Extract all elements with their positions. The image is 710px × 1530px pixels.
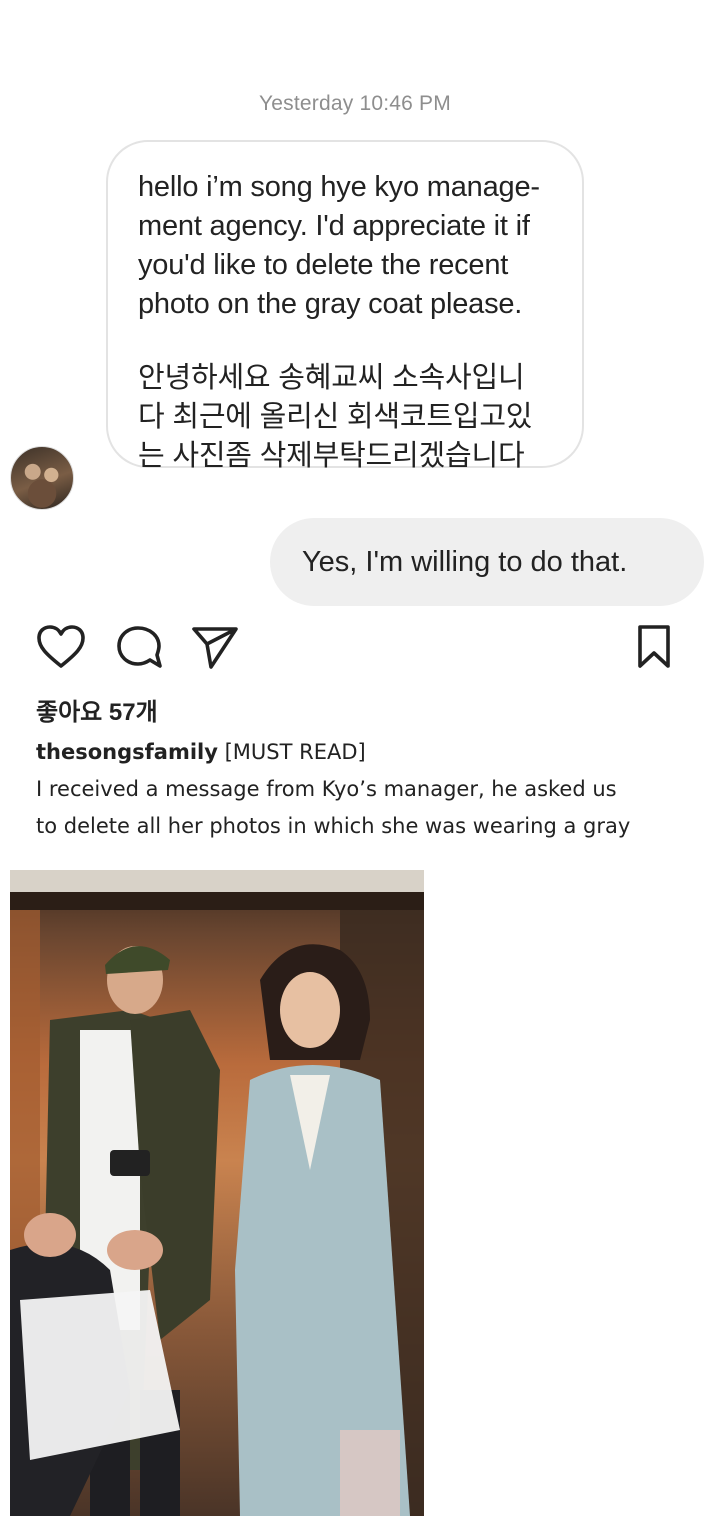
post-action-bar — [0, 624, 710, 676]
photo-illustration — [10, 870, 424, 1516]
caption-line: to delete all her photos in which she wa… — [36, 814, 631, 838]
message-line: you'd like to delete the recent — [138, 249, 509, 281]
message-line: hello i’m song hye kyo manage- — [138, 171, 540, 203]
send-icon[interactable] — [190, 624, 240, 675]
message-timestamp: Yesterday 10:46 PM — [259, 92, 451, 115]
heart-icon[interactable] — [36, 624, 86, 675]
message-line: ment agency. I'd appreciate it if — [138, 210, 530, 242]
bookmark-icon[interactable] — [634, 624, 674, 675]
message-line: photo on the gray coat please. — [138, 288, 523, 320]
message-line-korean: 안녕하세요 송혜교씨 소속사입니 — [138, 362, 525, 394]
post-caption: thesongsfamily [MUST READ] I received a … — [36, 734, 696, 845]
outgoing-message-text: Yes, I'm willing to do that. — [302, 545, 628, 578]
sender-avatar[interactable] — [10, 446, 74, 510]
post-photo[interactable] — [10, 870, 424, 1516]
message-line-korean: 다 최근에 올리신 회색코트입고있 — [138, 401, 533, 433]
incoming-message-bubble[interactable]: hello i’m song hye kyo manage- ment agen… — [106, 140, 584, 472]
likes-count[interactable]: 좋아요 57개 — [36, 692, 158, 727]
comment-icon[interactable] — [116, 624, 164, 675]
caption-username[interactable]: thesongsfamily — [36, 740, 218, 764]
outgoing-message-bubble[interactable]: Yes, I'm willing to do that. — [270, 518, 704, 606]
caption-line: I received a message from Kyo’s manager,… — [36, 777, 617, 801]
message-line-korean: 는 사진좀 삭제부탁드리겠습니다 — [138, 440, 525, 472]
caption-tag: [MUST READ] — [224, 740, 366, 764]
